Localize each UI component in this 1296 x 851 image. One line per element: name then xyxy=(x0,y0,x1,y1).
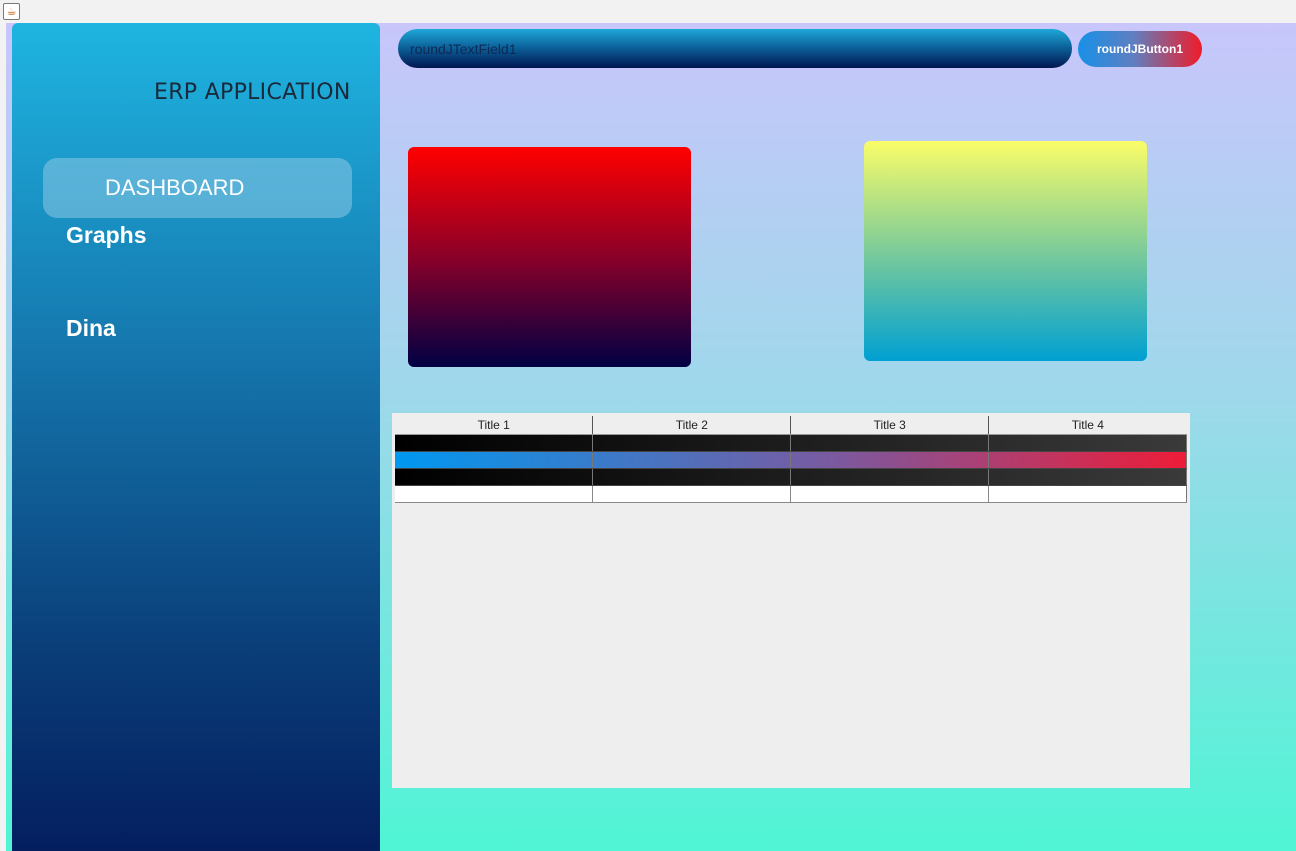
table-cell[interactable] xyxy=(395,434,594,452)
table-cell[interactable] xyxy=(988,451,1187,469)
sidebar-item-dina[interactable]: Dina xyxy=(66,315,116,342)
table-cell[interactable] xyxy=(592,485,792,503)
table-cell[interactable] xyxy=(988,485,1187,503)
table-cell[interactable] xyxy=(592,451,792,469)
table-cell[interactable] xyxy=(790,451,990,469)
sidebar-item-label: DASHBOARD xyxy=(105,175,245,200)
app-title: ERP APPLICATION xyxy=(154,80,351,105)
sidebar xyxy=(12,23,380,851)
round-button[interactable]: roundJButton1 xyxy=(1078,31,1202,67)
table-cell[interactable] xyxy=(790,468,990,486)
data-table: Title 1 Title 2 Title 3 Title 4 xyxy=(395,416,1187,503)
table-row-selected[interactable] xyxy=(395,451,1187,469)
table-row[interactable] xyxy=(395,434,1187,452)
table-header: Title 1 Title 2 Title 3 Title 4 xyxy=(395,416,1187,435)
sidebar-item-graphs[interactable]: Graphs xyxy=(66,222,147,249)
table-cell[interactable] xyxy=(395,451,594,469)
table-cell[interactable] xyxy=(790,434,990,452)
column-header-title-1[interactable]: Title 1 xyxy=(395,416,594,435)
table-cell[interactable] xyxy=(592,434,792,452)
table-row[interactable] xyxy=(395,468,1187,486)
table-cell[interactable] xyxy=(790,485,990,503)
table-cell[interactable] xyxy=(592,468,792,486)
title-bar: ☕ xyxy=(0,0,1296,23)
table-cell[interactable] xyxy=(395,485,594,503)
column-header-title-2[interactable]: Title 2 xyxy=(592,416,792,435)
round-text-field-input[interactable] xyxy=(408,38,1052,60)
table-scroll-pane: Title 1 Title 2 Title 3 Title 4 xyxy=(392,413,1190,788)
table-cell[interactable] xyxy=(988,434,1187,452)
table-row[interactable] xyxy=(395,485,1187,503)
java-icon[interactable]: ☕ xyxy=(3,3,20,20)
sidebar-item-dashboard[interactable]: DASHBOARD xyxy=(43,158,352,218)
gradient-card-yellow xyxy=(864,141,1147,361)
column-header-title-4[interactable]: Title 4 xyxy=(988,416,1187,435)
table-cell[interactable] xyxy=(395,468,594,486)
column-header-title-3[interactable]: Title 3 xyxy=(790,416,990,435)
round-text-field[interactable] xyxy=(398,29,1072,68)
table-cell[interactable] xyxy=(988,468,1187,486)
gradient-card-red xyxy=(408,147,691,367)
